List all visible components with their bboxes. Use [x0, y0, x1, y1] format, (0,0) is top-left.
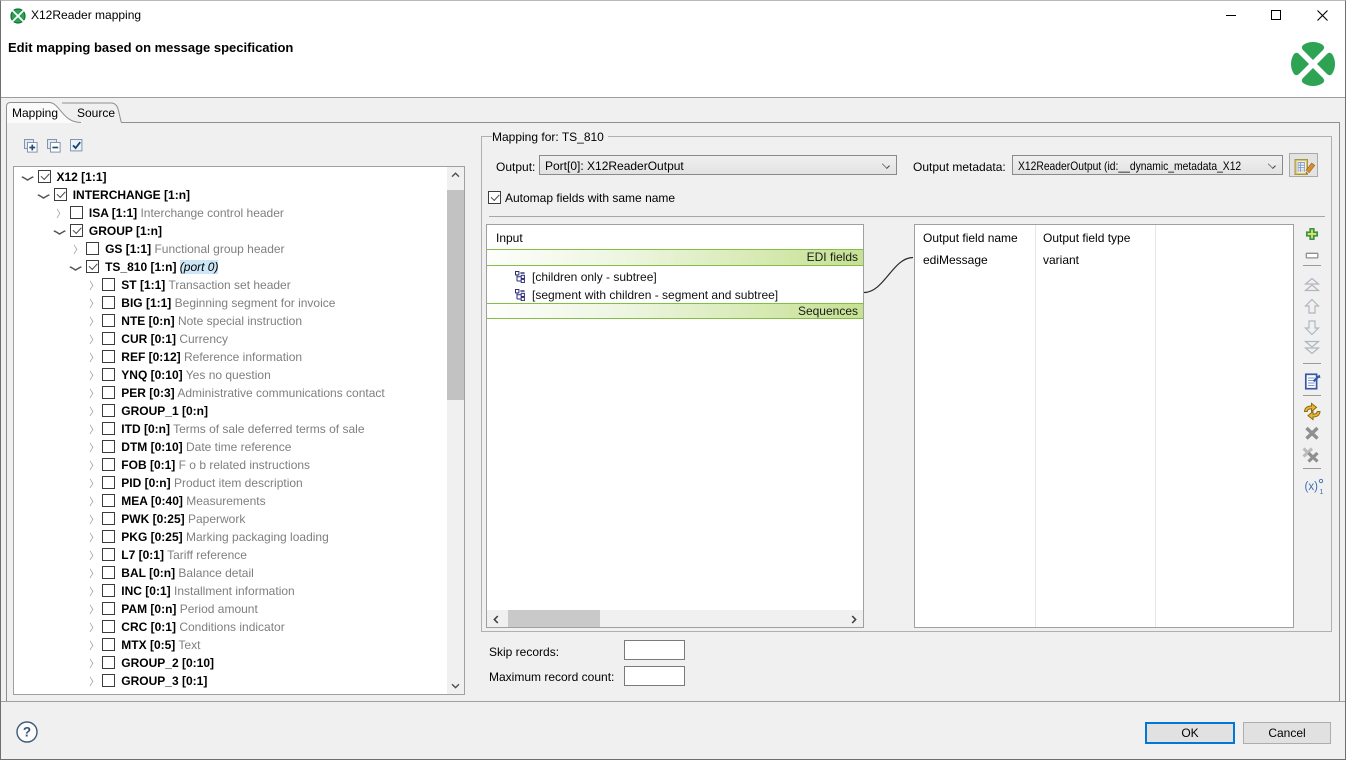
svg-text:?: ?	[23, 725, 31, 740]
svg-text:Mapping: Mapping	[12, 106, 58, 120]
svg-text:1: 1	[1320, 489, 1324, 496]
svg-text:Source: Source	[77, 106, 115, 120]
svg-text:(x): (x)	[1305, 481, 1319, 493]
